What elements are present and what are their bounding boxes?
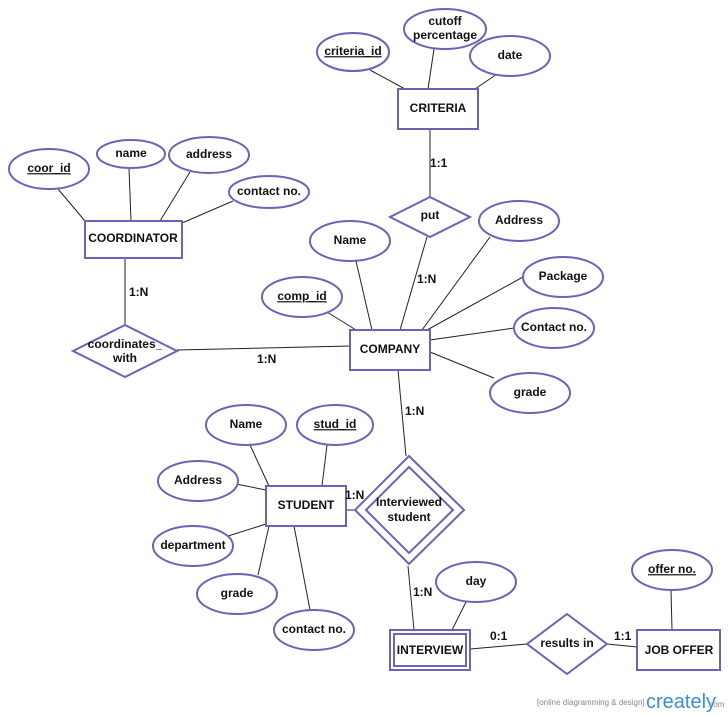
attr-label: criteria_id (324, 44, 381, 58)
attr-comp-id[interactable]: comp_id (261, 276, 343, 318)
attr-day[interactable]: day (435, 561, 517, 603)
attr-company-name[interactable]: Name (309, 220, 391, 262)
attr-department[interactable]: department (152, 525, 234, 567)
attr-label: name (115, 146, 147, 160)
attr-label: cutoff (428, 14, 462, 28)
attr-cutoff-percentage[interactable]: cutoffpercentage (403, 8, 487, 50)
footer-suffix: .com (707, 700, 725, 709)
entity-interview[interactable]: INTERVIEW (389, 629, 471, 671)
attr-coor-id[interactable]: coor_id (8, 148, 90, 190)
attr-label: grade (514, 385, 547, 399)
attr-package[interactable]: Package (522, 256, 604, 298)
entity-label: COMPANY (360, 342, 420, 356)
relationship-label: results in (540, 636, 593, 650)
footer-tagline: [online diagramming & design] (537, 698, 645, 707)
attr-date[interactable]: date (469, 35, 551, 77)
attr-label: address (186, 147, 232, 161)
attr-label: day (466, 574, 487, 588)
relationship-label: Interviewed (376, 495, 442, 509)
attr-label: coor_id (27, 161, 70, 175)
entity-label: CRITERIA (410, 101, 467, 115)
relationship-label: put (421, 208, 440, 222)
entity-job-offer[interactable]: JOB OFFER (636, 629, 721, 671)
attr-student-contact[interactable]: contact no. (273, 609, 355, 651)
relationship-label: coordinates_ (88, 337, 163, 351)
entity-label: JOB OFFER (645, 643, 714, 657)
attr-student-name[interactable]: Name (205, 404, 287, 446)
attr-criteria-id[interactable]: criteria_id (316, 32, 390, 72)
attr-student-address[interactable]: Address (157, 460, 239, 502)
cardinality-label: 1:N (129, 285, 148, 299)
relationship-put[interactable]: put (387, 195, 473, 239)
attr-label: stud_id (314, 417, 357, 431)
attr-label: Name (334, 233, 367, 247)
relationship-interviewed-student[interactable]: Interviewed student (353, 454, 466, 566)
footer-brand: creately (646, 691, 716, 713)
attr-offer-no[interactable]: offer no. (631, 549, 713, 591)
relationship-label: student (387, 510, 430, 524)
attr-stud-id[interactable]: stud_id (296, 404, 374, 446)
cardinality-label: 0:1 (490, 629, 508, 643)
creately-watermark: [online diagramming & design] creately .… (537, 691, 725, 713)
attr-coordinator-address[interactable]: address (168, 136, 250, 174)
attr-company-contact[interactable]: Contact no. (513, 307, 595, 349)
attr-label: percentage (413, 28, 477, 42)
attr-coordinator-contact[interactable]: contact no. (228, 175, 310, 209)
er-diagram: criteria_id cutoffpercentage date CRITER… (8, 8, 725, 713)
attr-student-grade[interactable]: grade (196, 573, 278, 615)
cardinality-label: 1:1 (430, 156, 448, 170)
entity-student[interactable]: STUDENT (265, 485, 347, 527)
attr-label: contact no. (237, 184, 301, 198)
entity-label: INTERVIEW (397, 643, 464, 657)
cardinality-label: 1:N (257, 352, 276, 366)
attr-label: contact no. (282, 622, 346, 636)
relationship-label: with (112, 351, 137, 365)
cardinality-label: 1:N (413, 585, 432, 599)
attr-label: department (160, 538, 225, 552)
entity-label: STUDENT (278, 498, 335, 512)
entity-label: COORDINATOR (88, 231, 178, 245)
attr-label: Address (174, 473, 222, 487)
attr-label: Name (230, 417, 263, 431)
attr-company-address[interactable]: Address (478, 200, 560, 242)
entity-criteria[interactable]: CRITERIA (397, 88, 479, 130)
attr-label: Package (539, 269, 588, 283)
relationship-results-in[interactable]: results in (525, 612, 609, 676)
cardinality-label: 1:N (345, 488, 364, 502)
cardinality-label: 1:1 (614, 629, 632, 643)
attr-label: offer no. (648, 562, 696, 576)
attr-label: Contact no. (521, 320, 587, 334)
attr-company-grade[interactable]: grade (489, 372, 571, 414)
attr-label: comp_id (277, 289, 326, 303)
relationship-coordinates-with[interactable]: coordinates_with (70, 323, 180, 379)
attr-label: grade (221, 586, 254, 600)
cardinality-label: 1:N (405, 404, 424, 418)
attr-label: Address (495, 213, 543, 227)
entity-coordinator[interactable]: COORDINATOR (84, 220, 183, 259)
entity-company[interactable]: COMPANY (349, 329, 431, 371)
attr-coordinator-name[interactable]: name (96, 139, 166, 169)
cardinality-label: 1:N (417, 272, 436, 286)
attr-label: date (498, 48, 523, 62)
